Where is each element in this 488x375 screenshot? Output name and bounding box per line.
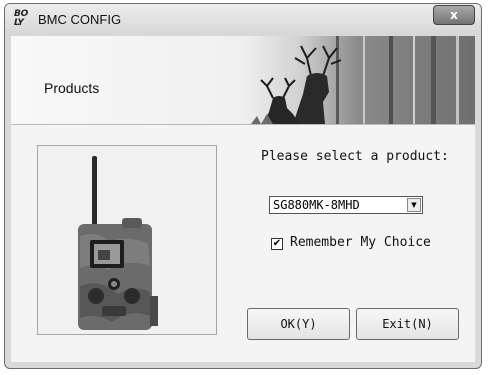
dialog-window: B O LY BMC CONFIG x Products Please sele… [4,3,482,369]
exit-button[interactable]: Exit(N) [356,308,459,340]
product-select-value: SG880MK-8MHD [273,198,360,212]
window-title: BMC CONFIG [38,12,122,27]
app-logo-text: B O LY [14,9,28,28]
trail-camera-image [78,156,158,330]
header-banner: Products [11,36,475,124]
remember-choice-label[interactable]: Remember My Choice [290,235,431,250]
page-title: Products [44,80,100,96]
title-bar[interactable]: B O LY BMC CONFIG x [5,4,481,35]
remember-choice-checkbox[interactable]: ✔ [271,238,283,250]
close-button[interactable]: x [433,5,475,25]
ok-button[interactable]: OK(Y) [247,308,350,340]
chevron-down-icon: ▼ [411,201,417,209]
close-icon: x [450,8,458,22]
banner-divider [11,124,475,125]
dropdown-arrow-button[interactable]: ▼ [407,198,421,212]
product-image-frame [37,145,217,335]
select-product-prompt: Please select a product: [261,149,449,164]
dialog-client-area: Products Please select a product: SG880M… [11,36,475,362]
product-select[interactable]: SG880MK-8MHD ▼ [269,196,423,214]
app-logo-icon: B O LY [14,10,32,30]
